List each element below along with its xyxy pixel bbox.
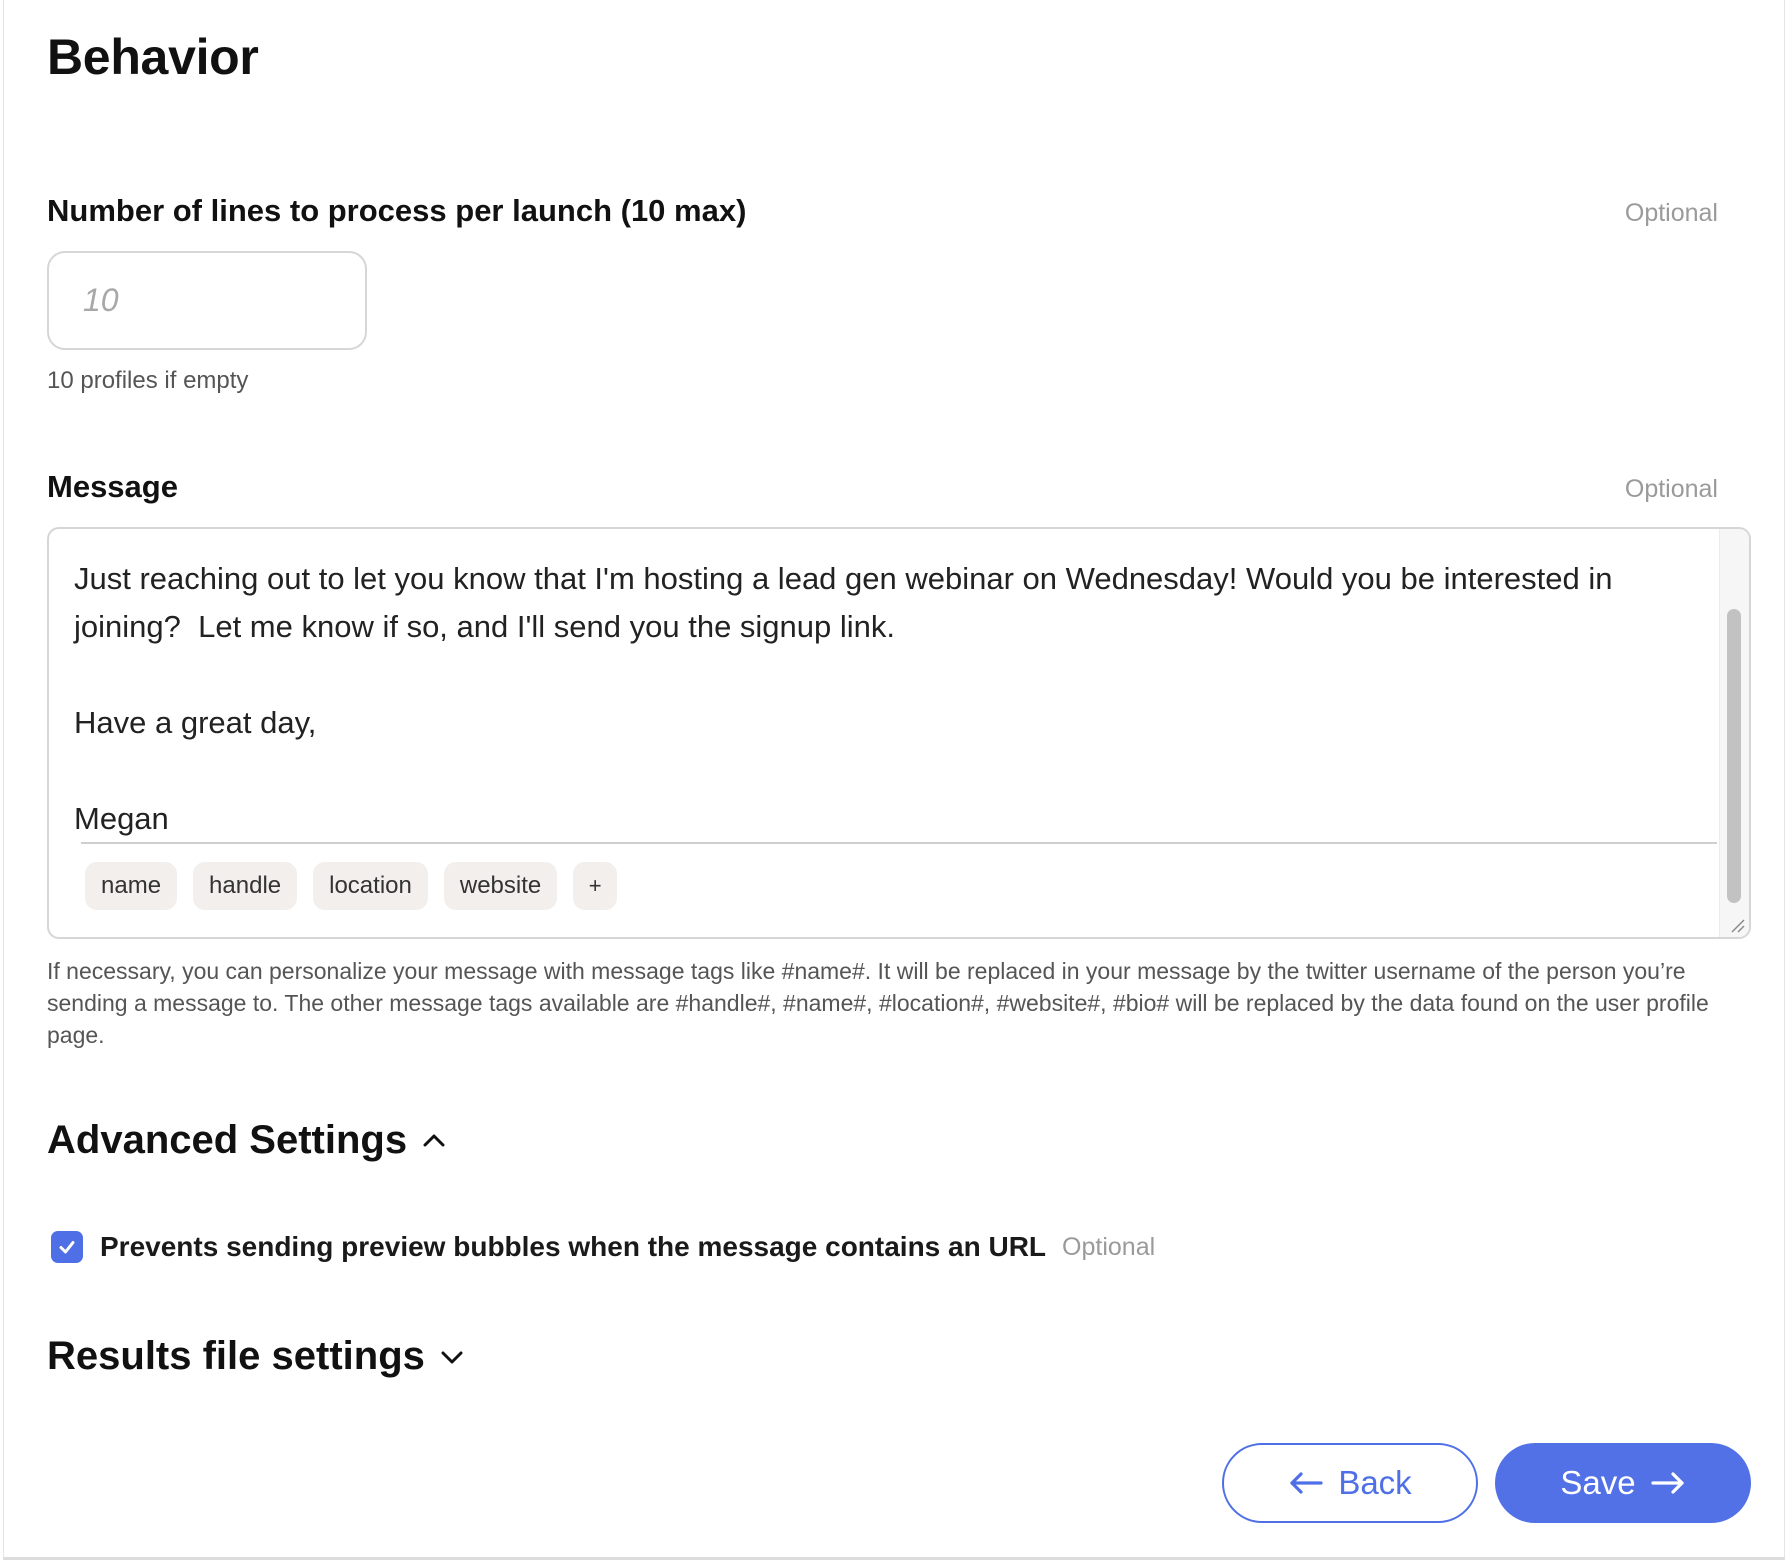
- chevron-down-icon: [441, 1351, 463, 1363]
- lines-input[interactable]: [47, 251, 367, 350]
- results-settings-toggle[interactable]: Results file settings: [47, 1334, 465, 1379]
- message-field-optional: Optional: [1624, 475, 1718, 503]
- message-divider: [81, 842, 1717, 844]
- advanced-settings-toggle[interactable]: Advanced Settings: [47, 1118, 447, 1163]
- chevron-up-icon: [423, 1134, 445, 1146]
- message-tags: name handle location website +: [85, 862, 618, 910]
- results-settings-title: Results file settings: [47, 1334, 425, 1378]
- resize-grip-icon[interactable]: [1729, 917, 1745, 933]
- advanced-settings-title: Advanced Settings: [47, 1118, 408, 1162]
- add-tag-button[interactable]: +: [573, 862, 618, 910]
- tag-location[interactable]: location: [313, 862, 428, 910]
- preview-bubbles-label: Prevents sending preview bubbles when th…: [100, 1231, 1047, 1262]
- arrow-right-icon: [1651, 1472, 1684, 1494]
- lines-helper: 10 profiles if empty: [47, 367, 249, 394]
- message-text[interactable]: Just reaching out to let you know that I…: [74, 555, 1694, 843]
- tag-handle[interactable]: handle: [193, 862, 298, 910]
- back-button[interactable]: Back: [1222, 1443, 1478, 1523]
- tag-name[interactable]: name: [85, 862, 178, 910]
- check-icon: [59, 1241, 75, 1254]
- tag-website[interactable]: website: [443, 862, 558, 910]
- settings-card: Behavior Number of lines to process per …: [3, 0, 1785, 1560]
- message-scrollbar[interactable]: [1719, 529, 1749, 937]
- back-button-label: Back: [1338, 1464, 1412, 1501]
- lines-field-optional: Optional: [1624, 199, 1718, 227]
- page: Behavior Number of lines to process per …: [0, 0, 1788, 1564]
- section-title: Behavior: [47, 29, 259, 85]
- save-button[interactable]: Save: [1495, 1443, 1751, 1523]
- save-button-label: Save: [1560, 1464, 1636, 1501]
- preview-bubbles-option: Prevents sending preview bubbles when th…: [51, 1231, 1155, 1263]
- message-field-label: Message: [47, 469, 178, 504]
- message-description: If necessary, you can personalize your m…: [47, 958, 1709, 1048]
- preview-bubbles-optional: Optional: [1062, 1232, 1156, 1261]
- lines-field-label: Number of lines to process per launch (1…: [47, 193, 747, 228]
- message-textarea[interactable]: Just reaching out to let you know that I…: [47, 527, 1751, 939]
- message-scrollbar-thumb[interactable]: [1727, 609, 1741, 903]
- preview-bubbles-checkbox[interactable]: [51, 1231, 83, 1263]
- arrow-left-icon: [1290, 1472, 1323, 1494]
